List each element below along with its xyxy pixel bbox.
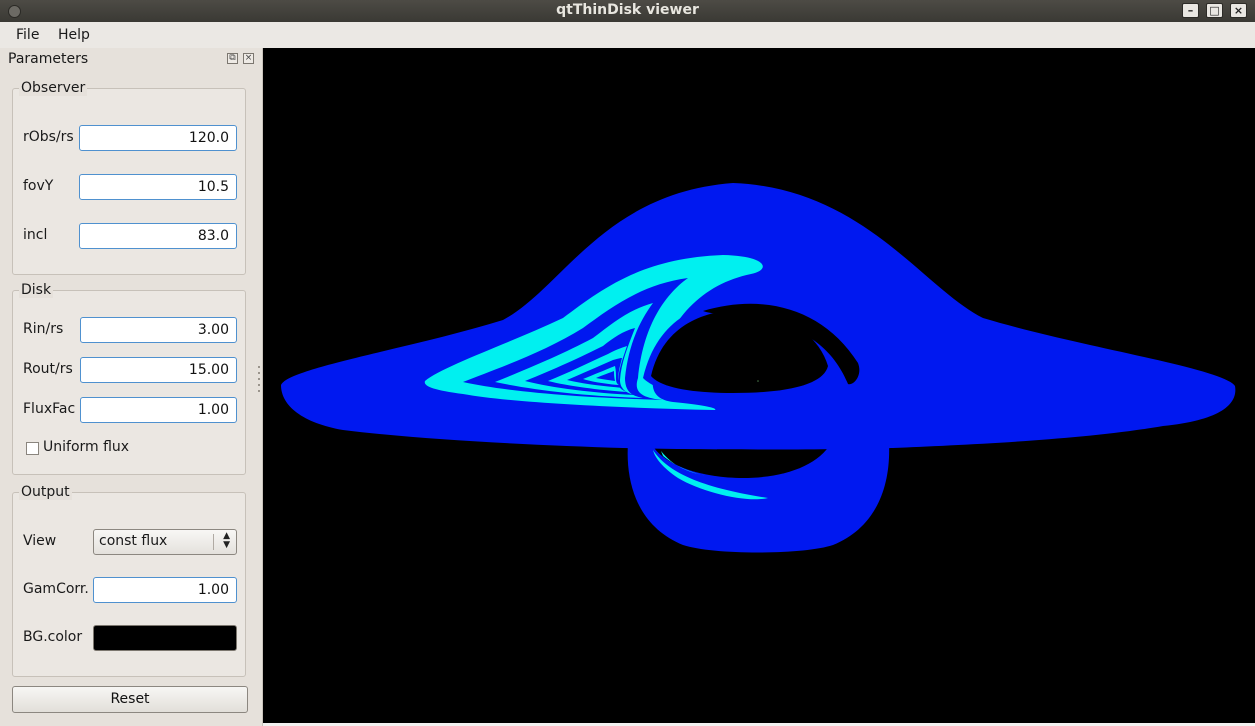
view-select[interactable]: const flux ▲ ▼ — [93, 529, 237, 555]
output-group-title: Output — [19, 484, 72, 500]
parameters-panel: Parameters ⧉ × Observer rObs/rs fovY inc… — [0, 48, 263, 726]
maximize-icon[interactable]: □ — [1206, 3, 1223, 18]
updown-arrows-icon: ▲ ▼ — [223, 531, 230, 550]
fluxfac-label: FluxFac — [23, 401, 76, 417]
rout-input[interactable] — [80, 357, 237, 383]
center-marker — [757, 380, 759, 382]
view-label: View — [23, 533, 57, 549]
gamcorr-input[interactable] — [93, 577, 237, 603]
gamcorr-label: GamCorr. — [23, 581, 89, 597]
fovy-label: fovY — [23, 178, 54, 194]
close-panel-icon[interactable]: × — [243, 53, 254, 64]
disk-group: Disk Rin/rs Rout/rs FluxFac Uniform flux — [12, 282, 246, 475]
window-title: qtThinDisk viewer — [556, 2, 699, 18]
robs-label: rObs/rs — [23, 129, 74, 145]
menu-help[interactable]: Help — [58, 27, 90, 43]
uniform-flux-label: Uniform flux — [43, 439, 130, 455]
rin-input[interactable] — [80, 317, 237, 343]
float-panel-icon[interactable]: ⧉ — [227, 53, 238, 64]
select-divider — [213, 534, 214, 550]
splitter-handle[interactable] — [258, 366, 261, 406]
minimize-icon[interactable]: – — [1182, 3, 1199, 18]
reset-button[interactable]: Reset — [12, 686, 248, 713]
menu-bar: File Help — [0, 22, 1255, 49]
menu-file[interactable]: File — [16, 27, 39, 43]
robs-input[interactable] — [79, 125, 237, 151]
rin-label: Rin/rs — [23, 321, 64, 337]
bgcolor-label: BG.color — [23, 629, 83, 645]
uniform-flux-checkbox[interactable] — [26, 442, 39, 455]
view-select-value: const flux — [99, 533, 168, 549]
rout-label: Rout/rs — [23, 361, 73, 377]
title-bar: qtThinDisk viewer – □ × — [0, 0, 1255, 22]
incl-label: incl — [23, 227, 48, 243]
black-hole-render — [281, 183, 1236, 553]
render-viewport[interactable] — [263, 48, 1255, 723]
close-icon[interactable]: × — [1230, 3, 1247, 18]
observer-group: Observer rObs/rs fovY incl — [12, 80, 246, 275]
output-group: Output View const flux ▲▼ GamCorr. BG.co… — [12, 484, 246, 677]
fluxfac-input[interactable] — [80, 397, 237, 423]
incl-input[interactable] — [79, 223, 237, 249]
disk-group-title: Disk — [19, 282, 54, 298]
panel-title: Parameters — [8, 51, 89, 67]
fovy-input[interactable] — [79, 174, 237, 200]
bgcolor-button[interactable] — [93, 625, 237, 651]
observer-group-title: Observer — [19, 80, 88, 96]
